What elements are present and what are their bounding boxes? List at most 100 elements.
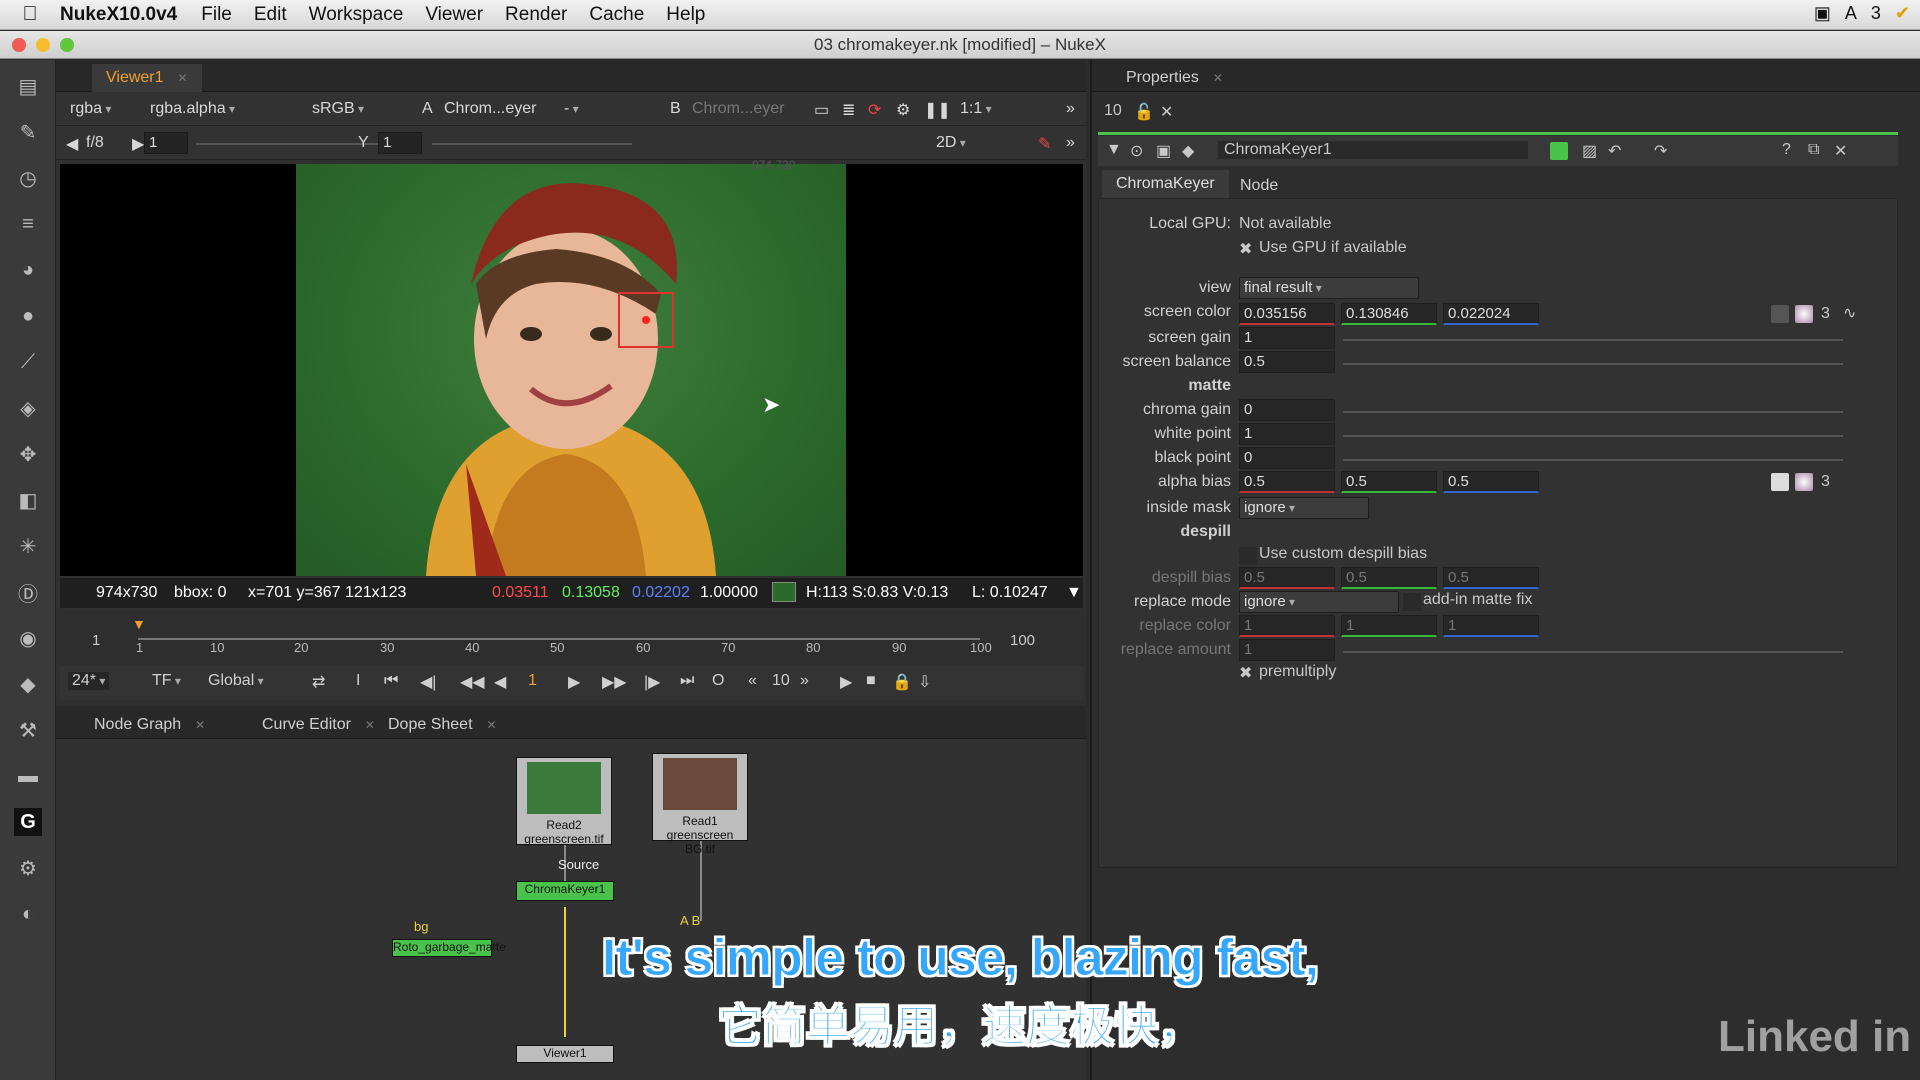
replace-mode-dropdown[interactable]: ignore xyxy=(1239,591,1399,613)
redo-icon[interactable]: ↷ xyxy=(1654,141,1667,161)
white-point-slider[interactable] xyxy=(1343,435,1843,437)
alpha-dropdown[interactable]: rgba.alpha xyxy=(150,100,235,118)
transform-icon[interactable]: ✥ xyxy=(14,440,42,468)
toolsets-icon[interactable]: ⚒ xyxy=(14,716,42,744)
expand-icon-2[interactable]: » xyxy=(1066,134,1075,152)
deep-icon[interactable]: Ⓓ xyxy=(14,578,42,606)
tab-node[interactable]: Node xyxy=(1226,172,1292,200)
color-wheel-icon[interactable] xyxy=(1795,305,1813,323)
other-icon[interactable]: ▬ xyxy=(14,762,42,790)
playhead-icon[interactable]: ▼ xyxy=(132,616,146,632)
screen-color-g[interactable]: 0.130846 xyxy=(1341,303,1437,325)
close-tab-icon[interactable]: ✕ xyxy=(1213,71,1223,85)
tab-dope-sheet[interactable]: Dope Sheet ✕ xyxy=(374,711,511,739)
out-point-icon[interactable]: O xyxy=(712,672,724,690)
curve-icon[interactable]: ∿ xyxy=(1843,303,1856,323)
close-tab-icon[interactable]: ✕ xyxy=(195,718,205,732)
lock-icon[interactable]: 🔓 xyxy=(1134,102,1154,122)
collapse-icon[interactable]: ▼ xyxy=(1106,141,1122,159)
screen-balance-field[interactable]: 0.5 xyxy=(1239,351,1335,373)
alpha-bias-r[interactable]: 0.5 xyxy=(1239,471,1335,493)
zoom-window-button[interactable] xyxy=(60,38,74,52)
views-icon[interactable]: ◉ xyxy=(14,624,42,652)
menu-render[interactable]: Render xyxy=(505,4,567,26)
gear-icon[interactable]: ⚙ xyxy=(896,100,910,120)
flipbook-icon[interactable]: ▶ xyxy=(840,672,852,692)
lock-icon[interactable]: 🔒 xyxy=(892,672,912,692)
input-b-dropdown[interactable]: Chrom...eyer xyxy=(692,100,784,118)
minimize-window-button[interactable] xyxy=(36,38,50,52)
tab-properties[interactable]: Properties ✕ xyxy=(1112,64,1237,92)
help-icon[interactable]: ? xyxy=(1782,141,1791,159)
tab-viewer1[interactable]: Viewer1 ✕ xyxy=(92,64,202,92)
black-point-slider[interactable] xyxy=(1343,459,1843,461)
prev-frame-icon[interactable]: ◀◀ xyxy=(460,672,485,692)
channel-count[interactable]: 3 xyxy=(1821,305,1830,323)
despill-bias-r[interactable]: 0.5 xyxy=(1239,567,1335,589)
close-icon[interactable]: ✕ xyxy=(1834,141,1847,161)
replace-color-g[interactable]: 1 xyxy=(1341,615,1437,637)
channel-icon[interactable]: ≡ xyxy=(14,210,42,238)
stop-icon[interactable]: ■ xyxy=(866,672,876,690)
alpha-bias-g[interactable]: 0.5 xyxy=(1341,471,1437,493)
menu-workspace[interactable]: Workspace xyxy=(309,4,404,26)
screen-gain-slider[interactable] xyxy=(1343,339,1843,341)
node-icon[interactable]: ◆ xyxy=(1182,141,1194,161)
despill-bias-b[interactable]: 0.5 xyxy=(1443,567,1539,589)
check-icon[interactable]: ✔ xyxy=(1895,3,1910,24)
input-a-dropdown[interactable]: Chrom...eyer xyxy=(444,100,536,118)
clear-icon[interactable]: ✕ xyxy=(1160,102,1173,122)
step-back-icon[interactable]: « xyxy=(748,672,757,690)
step-forward-icon[interactable]: » xyxy=(800,672,809,690)
play-icon[interactable]: ▶ xyxy=(568,672,580,692)
keyer-icon[interactable]: ⟋ xyxy=(14,348,42,376)
next-key-icon[interactable]: |▶ xyxy=(644,672,660,692)
apple-icon[interactable]:  xyxy=(0,3,60,26)
lines-icon[interactable]: ≣ xyxy=(842,100,855,120)
screen-gain-field[interactable]: 1 xyxy=(1239,327,1335,349)
black-point-field[interactable]: 0 xyxy=(1239,447,1335,469)
screen-color-r[interactable]: 0.035156 xyxy=(1239,303,1335,325)
keyboard-icon[interactable]: A xyxy=(1845,3,1857,24)
tab-chromakeyer[interactable]: ChromaKeyer xyxy=(1102,170,1229,198)
fps-dropdown[interactable]: 24* xyxy=(68,672,110,690)
replace-color-b[interactable]: 1 xyxy=(1443,615,1539,637)
edit-icon[interactable]: ▨ xyxy=(1582,141,1597,161)
gamma-slider[interactable] xyxy=(432,143,632,145)
channel-count[interactable]: 3 xyxy=(1821,473,1830,491)
range-dropdown[interactable]: Global xyxy=(208,672,264,690)
gain-field[interactable]: 1 xyxy=(144,132,188,154)
refresh-icon[interactable]: ⟳ xyxy=(868,100,881,120)
premultiply-checkbox[interactable]: ✖ xyxy=(1239,663,1252,683)
camera-icon[interactable]: ▣ xyxy=(1814,3,1831,24)
viewer-canvas[interactable]: 974,730 ➤ xyxy=(60,158,1083,576)
channels-dropdown[interactable]: rgba xyxy=(70,100,111,118)
view-mode-dropdown[interactable]: 2D xyxy=(936,134,966,152)
first-frame-icon[interactable]: ⏮ xyxy=(384,672,398,690)
use-gpu-checkbox[interactable]: ✖ xyxy=(1239,239,1252,259)
menu-file[interactable]: File xyxy=(201,4,232,26)
alpha-bias-b[interactable]: 0.5 xyxy=(1443,471,1539,493)
roto-node[interactable]: Roto_garbage_matte xyxy=(392,939,506,957)
next-frame-icon[interactable]: ▶▶ xyxy=(602,672,627,692)
furnace-icon[interactable]: ⚙ xyxy=(14,854,42,882)
tab-node-graph[interactable]: Node Graph ✕ xyxy=(80,711,219,739)
image-icon[interactable]: ▤ xyxy=(14,72,42,100)
replace-amount-field[interactable]: 1 xyxy=(1239,639,1335,661)
color-chip-icon[interactable]: ▣ xyxy=(1156,141,1171,161)
addin-checkbox[interactable] xyxy=(1403,593,1421,611)
filter-icon[interactable]: ● xyxy=(14,302,42,330)
close-tab-icon[interactable]: ✕ xyxy=(487,718,497,732)
ocula-icon[interactable]: ◐ xyxy=(14,900,42,928)
max-panels-field[interactable]: 10 xyxy=(1104,102,1122,120)
swatch-icon[interactable] xyxy=(1771,473,1789,491)
node-name-field[interactable]: ChromaKeyer1 xyxy=(1218,141,1528,159)
menu-help[interactable]: Help xyxy=(666,4,705,26)
chromakeyer-node[interactable]: ChromaKeyer1 xyxy=(516,881,614,901)
prev-key-icon[interactable]: ◀| xyxy=(420,672,436,692)
custom-despill-checkbox[interactable] xyxy=(1239,547,1257,565)
zoom-dropdown[interactable]: 1:1 xyxy=(960,100,992,118)
loop-icon[interactable]: ⇄ xyxy=(312,672,325,692)
menu-cache[interactable]: Cache xyxy=(589,4,644,26)
in-point-icon[interactable]: I xyxy=(356,672,360,690)
